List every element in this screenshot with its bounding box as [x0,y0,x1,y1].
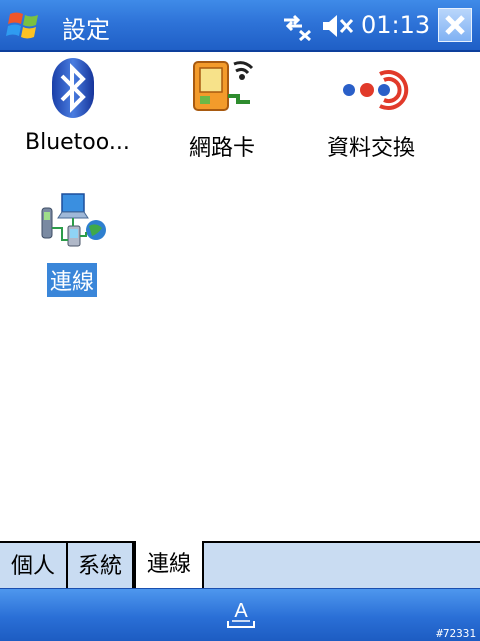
clock[interactable]: 01:13 [361,11,430,39]
close-icon [445,15,465,35]
settings-item-label: Bluetoo... [25,130,130,155]
window-title: 設定 [62,16,110,44]
tab-personal[interactable]: 個人 [0,543,68,588]
settings-item-label: 網路卡 [189,136,256,161]
beam-icon [340,58,410,122]
volume-muted-icon[interactable] [320,11,356,41]
tab-bar: 個人 系統 連線 [0,541,480,590]
network-card-icon [192,56,256,120]
watermark: #72331 [436,627,476,640]
bluetooth-icon [50,56,96,124]
tab-connections[interactable]: 連線 [134,541,204,590]
title-bar: 設定 01:13 [0,0,480,52]
connectivity-status-icon[interactable] [280,11,314,42]
settings-item-label: 連線 [47,263,98,297]
settings-item-label: 資料交換 [327,136,416,161]
tab-system[interactable]: 系統 [68,543,134,588]
keyboard-input-icon[interactable]: A [224,597,258,631]
svg-text:A: A [234,600,248,622]
close-button[interactable] [438,8,472,42]
start-menu-windows-icon[interactable] [6,8,46,42]
softkey-bar: A #72331 [0,588,480,641]
connections-icon [40,192,110,256]
